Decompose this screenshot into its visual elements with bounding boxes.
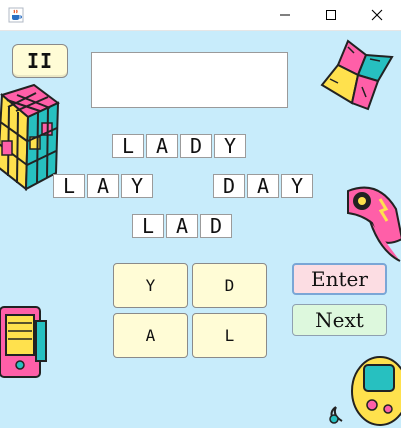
letter-tile: D: [180, 134, 212, 158]
next-button[interactable]: Next: [292, 304, 387, 336]
letter-tile: Y: [214, 134, 246, 158]
maximize-icon: [326, 10, 336, 20]
letter-tile: D: [200, 214, 232, 238]
title-bar: [0, 0, 401, 31]
rubiks-cube-icon: [0, 83, 60, 192]
found-word-2: L A Y: [53, 174, 153, 198]
letter-tile: Y: [281, 174, 313, 198]
letter-button-a[interactable]: A: [113, 313, 188, 358]
letter-tile: A: [146, 134, 178, 158]
current-word-display: [91, 52, 288, 108]
handheld-console-icon: [329, 356, 401, 426]
letter-tile: A: [87, 174, 119, 198]
maximize-button[interactable]: [308, 0, 354, 30]
letter-tile: L: [132, 214, 164, 238]
letter-tile: A: [247, 174, 279, 198]
minimize-icon: [280, 14, 290, 16]
letter-tile: D: [213, 174, 245, 198]
cassette-tape-icon: [0, 306, 47, 378]
game-area: II L A D Y L A Y D A Y L A D Y D A L Ent…: [0, 31, 401, 428]
close-button[interactable]: [354, 0, 400, 30]
found-word-4: L A D: [132, 214, 232, 238]
minimize-button[interactable]: [262, 0, 308, 30]
letter-button-d[interactable]: D: [192, 263, 267, 308]
letter-tile: A: [166, 214, 198, 238]
letter-button-y[interactable]: Y: [113, 263, 188, 308]
found-word-3: D A Y: [213, 174, 313, 198]
close-icon: [371, 9, 383, 21]
letter-button-l[interactable]: L: [192, 313, 267, 358]
java-cup-icon: [8, 7, 24, 23]
pause-button[interactable]: II: [12, 44, 68, 78]
letter-tile: Y: [121, 174, 153, 198]
enter-button[interactable]: Enter: [292, 263, 387, 295]
paper-fortune-teller-icon: [320, 39, 394, 111]
found-word-1: L A D Y: [112, 134, 246, 158]
skateboard-sticker-icon: [347, 186, 401, 262]
letter-tile: L: [53, 174, 85, 198]
letter-tile: L: [112, 134, 144, 158]
